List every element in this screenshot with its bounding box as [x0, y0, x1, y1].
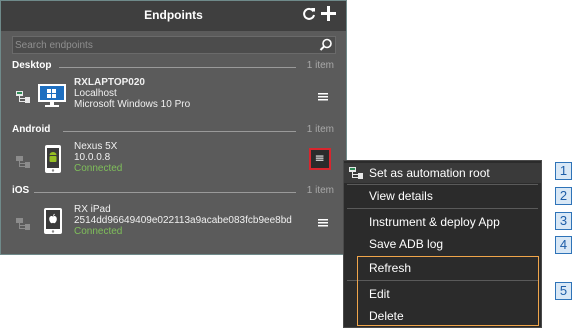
device-address: 10.0.0.8: [74, 152, 111, 163]
section-divider: [63, 131, 296, 132]
device-udid: 2514dd96649409e022113a9acabe083fcb9ee8bd: [74, 215, 292, 226]
device-menu-icon[interactable]: [312, 212, 334, 234]
device-row-desktop[interactable]: RXLAPTOP020 Localhost Microsoft Windows …: [12, 73, 336, 122]
section-name: Desktop: [12, 60, 52, 71]
endpoints-panel: Endpoints Desktop 1 item: [0, 0, 347, 255]
device-name: Nexus 5X: [74, 141, 118, 152]
automation-root-icon[interactable]: [16, 156, 30, 169]
plus-icon[interactable]: [321, 6, 336, 21]
device-row-ios[interactable]: RX iPad 2514dd96649409e022113a9acabe083f…: [12, 200, 336, 249]
section-count: 1 item: [306, 60, 334, 71]
section-name: Android: [12, 124, 51, 135]
android-phone-icon: [45, 145, 61, 173]
callout-number: 2: [555, 187, 572, 205]
search-input[interactable]: [15, 38, 315, 52]
device-name: RX iPad: [74, 204, 111, 215]
callout-number: 3: [555, 212, 572, 230]
device-menu-icon[interactable]: [312, 86, 334, 108]
section-count: 1 item: [306, 124, 334, 135]
search-box: [12, 36, 336, 54]
menu-item-label: Instrument & deploy App: [369, 215, 500, 229]
screenshot: Endpoints Desktop 1 item: [0, 0, 584, 330]
automation-root-icon[interactable]: [16, 218, 30, 231]
menu-item-label: View details: [369, 189, 433, 203]
menu-item-save-adb-log[interactable]: Save ADB log: [344, 234, 541, 254]
device-status: Connected: [74, 163, 123, 174]
device-info: Nexus 5X 10.0.0.8 Connected: [74, 138, 122, 174]
panel-header: Endpoints: [1, 1, 346, 31]
section-divider: [34, 192, 296, 193]
automation-root-icon[interactable]: [16, 91, 30, 104]
windows-monitor-icon: [38, 84, 66, 107]
section-divider: [59, 67, 296, 68]
section-name: iOS: [12, 185, 30, 196]
refresh-icon[interactable]: [302, 7, 316, 21]
device-status: Connected: [74, 226, 123, 237]
callout-number: 4: [555, 236, 572, 254]
section-ios: iOS 1 item: [1, 185, 346, 199]
panel-title: Endpoints: [144, 8, 203, 22]
section-desktop: Desktop 1 item: [1, 60, 346, 74]
apple-tablet-icon: [44, 208, 62, 234]
device-host: Localhost: [74, 88, 117, 99]
device-row-android[interactable]: Nexus 5X 10.0.0.8 Connected: [12, 138, 336, 187]
menu-item-label: Set as automation root: [369, 166, 490, 180]
section-count: 1 item: [306, 185, 334, 196]
menu-item-label: Save ADB log: [369, 237, 444, 251]
device-info: RXLAPTOP020 Localhost Microsoft Windows …: [74, 73, 190, 110]
device-menu-icon[interactable]: [309, 148, 331, 170]
search-icon[interactable]: [317, 37, 335, 53]
menu-item-view-details[interactable]: View details: [344, 186, 541, 206]
callout-number: 1: [555, 162, 572, 180]
device-info: RX iPad 2514dd96649409e022113a9acabe083f…: [74, 200, 292, 237]
callout-number: 5: [555, 282, 572, 300]
device-name: RXLAPTOP020: [74, 77, 145, 88]
callout-group-box: [357, 256, 539, 326]
menu-item-set-automation-root[interactable]: Set as automation root: [344, 163, 541, 183]
menu-separator: [347, 184, 538, 185]
menu-item-instrument-deploy[interactable]: Instrument & deploy App: [344, 212, 541, 232]
section-android: Android 1 item: [1, 124, 346, 138]
automation-root-icon: [349, 167, 363, 179]
menu-separator: [347, 208, 538, 209]
device-os: Microsoft Windows 10 Pro: [74, 99, 191, 110]
